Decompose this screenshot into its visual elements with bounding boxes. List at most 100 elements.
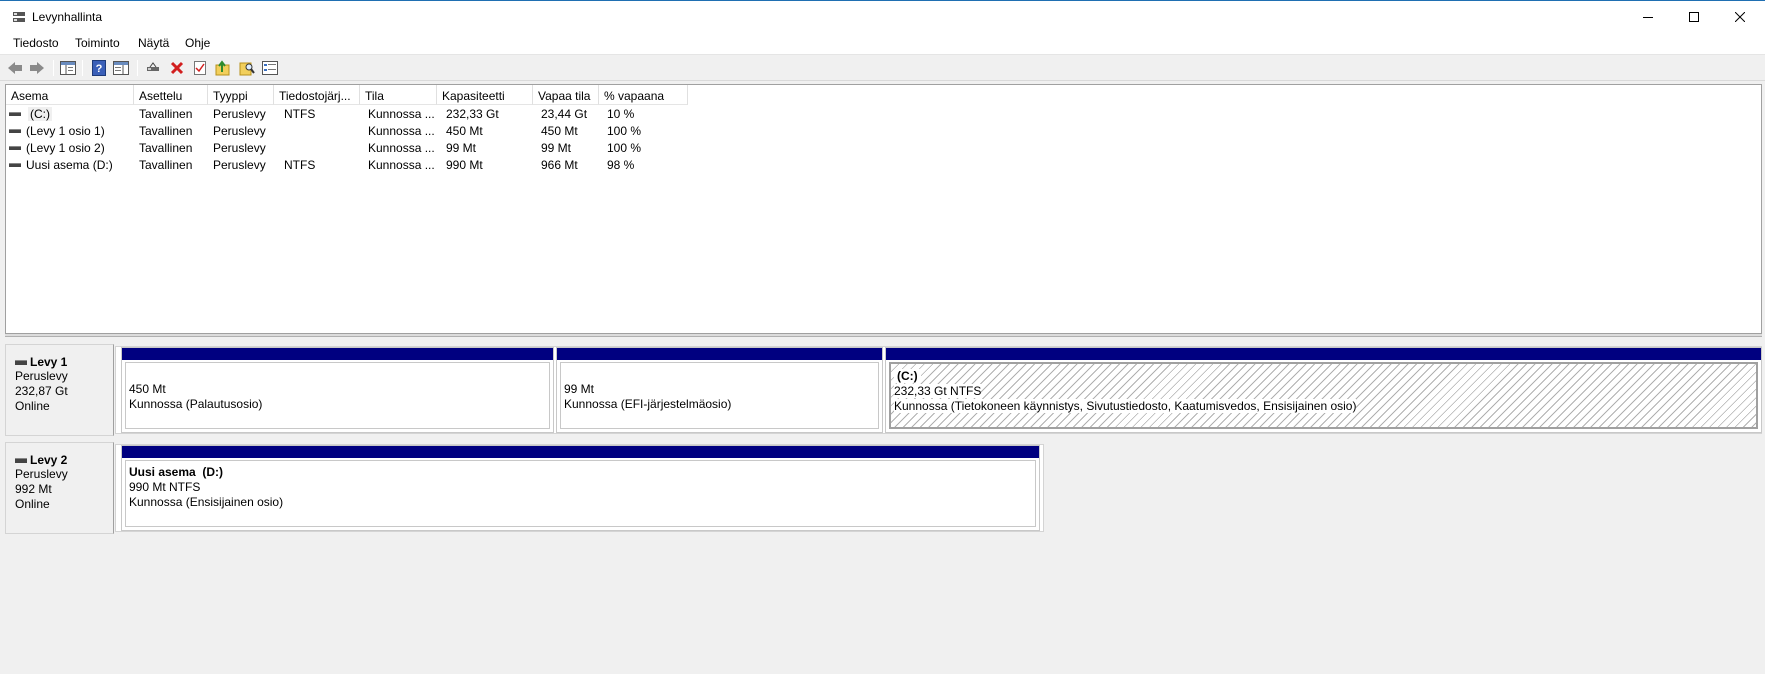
column-header-volume[interactable]: Asema: [6, 85, 134, 105]
volume-filesystem: NTFS: [284, 107, 316, 121]
partition-size: 99 Mt: [564, 382, 595, 396]
column-header-filesystem[interactable]: Tiedostojärj...: [274, 85, 360, 105]
volume-status: Kunnossa ...: [368, 107, 435, 121]
drive-icon: [9, 129, 21, 133]
toolbar-separator: [53, 60, 54, 76]
minimize-button[interactable]: [1625, 1, 1671, 33]
connect-virtual-disk-button[interactable]: [144, 59, 162, 77]
minimize-icon: [1643, 17, 1653, 18]
volume-type: Peruslevy: [213, 141, 266, 155]
volume-name: Uusi asema (D:): [26, 158, 113, 172]
drive-icon: [9, 146, 21, 150]
check-icon: [194, 61, 206, 75]
close-button[interactable]: [1717, 1, 1763, 33]
volume-percent-free: 100 %: [607, 141, 642, 155]
toolbar: ?: [0, 55, 1765, 81]
menu-action[interactable]: Toiminto: [75, 36, 120, 50]
disk-size: 992 Mt: [15, 482, 52, 496]
volume-free-space: 99 Mt: [541, 141, 572, 155]
volume-list[interactable]: Asema Asettelu Tyyppi Tiedostojärj... Ti…: [5, 84, 1762, 334]
folder-up-button[interactable]: [214, 59, 232, 77]
column-header-capacity[interactable]: Kapasiteetti: [437, 85, 533, 105]
volume-capacity: 990 Mt: [446, 158, 483, 172]
volume-status: Kunnossa ...: [368, 158, 435, 172]
delete-button[interactable]: [168, 59, 186, 77]
volume-free-space: 23,44 Gt: [541, 107, 588, 121]
partition-status: Kunnossa (Tietokoneen käynnistys, Sivutu…: [894, 399, 1357, 413]
disk-name: Levy 2: [30, 453, 68, 467]
menu-view[interactable]: Näytä: [138, 36, 169, 50]
volume-percent-free: 10 %: [607, 107, 635, 121]
volume-type: Peruslevy: [213, 158, 266, 172]
volume-layout: Tavallinen: [139, 107, 193, 121]
partition-title: (C:): [894, 369, 1756, 384]
volume-row[interactable]: (Levy 1 osio 1) Tavallinen Peruslevy Kun…: [6, 123, 706, 140]
partition-status: Kunnossa (Palautusosio): [129, 397, 263, 411]
volume-row[interactable]: (Levy 1 osio 2) Tavallinen Peruslevy Kun…: [6, 140, 706, 157]
partition-body: 450 Mt Kunnossa (Palautusosio): [125, 362, 550, 429]
partition-c-drive[interactable]: (C:) 232,33 Gt NTFS Kunnossa (Tietokonee…: [885, 347, 1762, 433]
partition-efi[interactable]: 99 Mt Kunnossa (EFI-järjestelmäosio): [556, 347, 883, 433]
column-header-status[interactable]: Tila: [360, 85, 437, 105]
settings-list-icon: [262, 61, 278, 75]
maximize-button[interactable]: [1671, 1, 1717, 33]
disk-type: Peruslevy: [15, 467, 68, 481]
window-title: Levynhallinta: [32, 10, 103, 24]
partition-size: 232,33 Gt NTFS: [894, 384, 982, 398]
column-header-type[interactable]: Tyyppi: [208, 85, 274, 105]
check-button[interactable]: [191, 59, 209, 77]
forward-button[interactable]: [28, 59, 46, 77]
volume-percent-free: 98 %: [607, 158, 635, 172]
volume-row[interactable]: (C:) Tavallinen Peruslevy NTFS Kunnossa …: [6, 106, 706, 123]
volume-row[interactable]: Uusi asema (D:) Tavallinen Peruslevy NTF…: [6, 157, 706, 174]
volume-capacity: 232,33 Gt: [446, 107, 499, 121]
help-icon: ?: [92, 60, 106, 76]
pane-splitter[interactable]: [5, 334, 1762, 337]
partition-body: 99 Mt Kunnossa (EFI-järjestelmäosio): [560, 362, 879, 429]
menu-bar: Tiedosto Toiminto Näytä Ohje: [0, 33, 1765, 55]
volume-name: (C:): [28, 107, 52, 121]
settings-list-button[interactable]: [261, 59, 279, 77]
disk-map: Levy 1 Peruslevy 232,87 Gt Online 450 Mt…: [5, 338, 1762, 674]
title-bar: Levynhallinta: [0, 0, 1765, 33]
show-hide-console-tree-button[interactable]: [59, 59, 77, 77]
disk-1-partitions: 450 Mt Kunnossa (Palautusosio) 99 Mt Kun…: [115, 346, 1762, 434]
disk-2-label[interactable]: Levy 2 Peruslevy 992 Mt Online: [5, 442, 114, 534]
volume-layout: Tavallinen: [139, 141, 193, 155]
partition-size: 990 Mt NTFS: [129, 480, 201, 494]
disk-size: 232,87 Gt: [15, 384, 68, 398]
search-folder-button[interactable]: [238, 59, 256, 77]
menu-help[interactable]: Ohje: [185, 36, 210, 50]
help-button[interactable]: ?: [90, 59, 108, 77]
volume-free-space: 966 Mt: [541, 158, 578, 172]
partition-size: 450 Mt: [129, 382, 166, 396]
show-hide-action-pane-button[interactable]: [112, 59, 130, 77]
volume-type: Peruslevy: [213, 107, 266, 121]
column-header-layout[interactable]: Asettelu: [134, 85, 208, 105]
disk-type: Peruslevy: [15, 369, 68, 383]
partition-bar: [122, 446, 1039, 458]
disk-1-label[interactable]: Levy 1 Peruslevy 232,87 Gt Online: [5, 344, 114, 436]
drive-icon: [9, 163, 21, 167]
back-button[interactable]: [6, 59, 24, 77]
partition-bar: [557, 348, 882, 360]
volume-name: (Levy 1 osio 2): [26, 141, 105, 155]
partition-d-drive[interactable]: Uusi asema (D:) 990 Mt NTFS Kunnossa (En…: [121, 445, 1040, 531]
toolbar-separator: [137, 60, 138, 76]
volume-status: Kunnossa ...: [368, 141, 435, 155]
menu-file[interactable]: Tiedosto: [13, 36, 59, 50]
close-icon: [1735, 12, 1745, 22]
partition-title: Uusi asema (D:): [129, 465, 224, 479]
column-header-percent-free[interactable]: % vapaana: [599, 85, 688, 105]
forward-icon: [30, 62, 44, 74]
column-header-free-space[interactable]: Vapaa tila: [533, 85, 599, 105]
volume-status: Kunnossa ...: [368, 124, 435, 138]
disk-name: Levy 1: [30, 355, 68, 369]
drive-icon: [9, 112, 21, 116]
volume-type: Peruslevy: [213, 124, 266, 138]
disk-management-app-icon: [13, 12, 25, 22]
volume-layout: Tavallinen: [139, 158, 193, 172]
properties-pane-icon: [113, 61, 129, 75]
partition-recovery[interactable]: 450 Mt Kunnossa (Palautusosio): [121, 347, 554, 433]
volume-capacity: 450 Mt: [446, 124, 483, 138]
